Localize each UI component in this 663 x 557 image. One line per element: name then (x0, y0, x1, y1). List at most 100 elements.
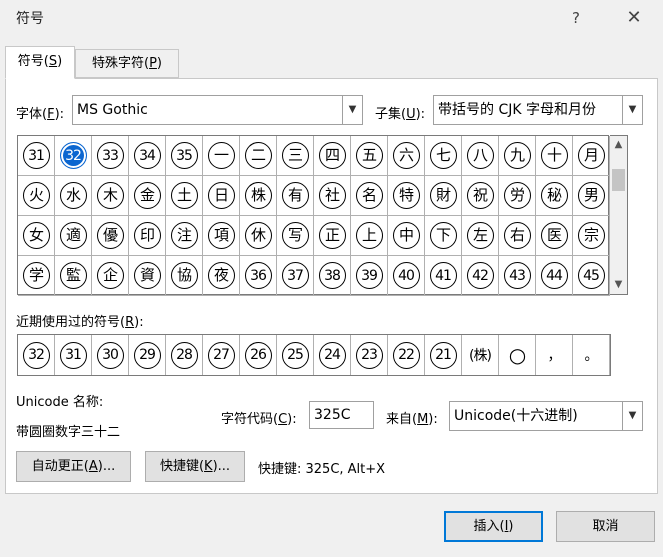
scroll-thumb[interactable] (612, 169, 625, 191)
chevron-down-icon[interactable]: ▼ (342, 96, 362, 124)
symbol-cell[interactable]: 株 (240, 176, 277, 216)
symbol-cell[interactable]: 医 (536, 216, 573, 256)
symbol-cell[interactable]: 正 (314, 216, 351, 256)
symbol-cell[interactable]: 39 (351, 256, 388, 296)
symbol-cell[interactable]: 夜 (203, 256, 240, 296)
recent-symbol-cell[interactable]: 27 (203, 335, 240, 375)
help-icon[interactable]: ? (562, 4, 590, 32)
symbol-cell[interactable]: 三 (277, 136, 314, 176)
symbol-cell[interactable]: 木 (92, 176, 129, 216)
recent-symbol-cell[interactable]: 23 (351, 335, 388, 375)
symbol-cell[interactable]: 左 (462, 216, 499, 256)
symbol-cell[interactable]: 42 (462, 256, 499, 296)
symbol-cell[interactable]: 十 (536, 136, 573, 176)
symbol-cell[interactable]: 40 (388, 256, 425, 296)
symbol-cell[interactable]: 水 (55, 176, 92, 216)
symbol-cell[interactable]: 44 (536, 256, 573, 296)
symbol-cell[interactable]: 注 (166, 216, 203, 256)
recent-symbols[interactable]: 32 31 30 29 28 27 26 25 24 23 22 21 (株) ○ ， 。 (17, 334, 611, 376)
symbol-cell[interactable]: 上 (351, 216, 388, 256)
recent-symbol-cell[interactable]: 31 (55, 335, 92, 375)
insert-button[interactable]: 插入(I) (444, 511, 543, 542)
symbol-grid[interactable]: 31 32 33 34 35 一二三四五六七八九十月火水木金土日株有社名特財祝労秘男女適優… (17, 135, 610, 296)
symbol-cell[interactable]: 労 (499, 176, 536, 216)
symbol-cell[interactable]: 31 (18, 136, 55, 176)
recent-symbol-cell[interactable]: 21 (425, 335, 462, 375)
symbol-cell[interactable]: 中 (388, 216, 425, 256)
symbol-cell[interactable]: 日 (203, 176, 240, 216)
autocorrect-button[interactable]: 自动更正(A)... (16, 451, 131, 482)
symbol-cell[interactable]: 祝 (462, 176, 499, 216)
symbol-cell[interactable]: 休 (240, 216, 277, 256)
symbol-cell[interactable]: 特 (388, 176, 425, 216)
recent-symbol-cell[interactable]: 26 (240, 335, 277, 375)
symbol-cell[interactable]: 火 (18, 176, 55, 216)
symbol-cell[interactable]: 企 (92, 256, 129, 296)
recent-symbol-cell[interactable]: 。 (573, 335, 610, 375)
symbol-cell[interactable]: 八 (462, 136, 499, 176)
symbol-cell[interactable]: 34 (129, 136, 166, 176)
symbol-cell[interactable]: 九 (499, 136, 536, 176)
recent-symbol-cell[interactable]: 28 (166, 335, 203, 375)
symbol-cell[interactable]: 37 (277, 256, 314, 296)
symbol-cell[interactable]: 41 (425, 256, 462, 296)
symbol-cell[interactable]: 男 (573, 176, 610, 216)
recent-symbol-cell[interactable]: (株) (462, 335, 499, 375)
scroll-down-icon[interactable]: ▼ (610, 276, 627, 294)
symbol-cell[interactable]: 35 (166, 136, 203, 176)
symbol-cell[interactable]: 43 (499, 256, 536, 296)
symbol-cell[interactable]: 適 (55, 216, 92, 256)
from-select[interactable]: Unicode(十六进制) ▼ (449, 401, 643, 431)
symbol-cell[interactable]: 土 (166, 176, 203, 216)
symbol-cell[interactable]: 名 (351, 176, 388, 216)
symbol-cell[interactable]: 監 (55, 256, 92, 296)
recent-symbol-cell[interactable]: 30 (92, 335, 129, 375)
symbol-cell[interactable]: 女 (18, 216, 55, 256)
tab-symbols[interactable]: 符号(S) (5, 46, 75, 79)
tab-special-characters[interactable]: 特殊字符(P) (75, 49, 179, 78)
subset-select[interactable]: 带括号的 CJK 字母和月份 ▼ (433, 95, 643, 125)
symbol-cell[interactable]: 秘 (536, 176, 573, 216)
shortcut-key-button[interactable]: 快捷键(K)... (145, 451, 245, 482)
recent-symbol-cell[interactable]: 29 (129, 335, 166, 375)
recent-symbol-cell[interactable]: ， (536, 335, 573, 375)
symbol-cell[interactable]: 32 (55, 136, 92, 176)
recent-symbol-cell[interactable]: ○ (499, 335, 536, 375)
symbol-cell[interactable]: 資 (129, 256, 166, 296)
symbol-cell[interactable]: 38 (314, 256, 351, 296)
cancel-button[interactable]: 取消 (556, 511, 655, 542)
chevron-down-icon[interactable]: ▼ (622, 402, 642, 430)
scroll-up-icon[interactable]: ▲ (610, 136, 627, 154)
chevron-down-icon[interactable]: ▼ (622, 96, 642, 124)
symbol-cell[interactable]: 二 (240, 136, 277, 176)
recent-symbol-cell[interactable]: 24 (314, 335, 351, 375)
symbol-cell[interactable]: 月 (573, 136, 610, 176)
symbol-cell[interactable]: 下 (425, 216, 462, 256)
recent-symbol-cell[interactable]: 22 (388, 335, 425, 375)
symbol-cell[interactable]: 45 (573, 256, 610, 296)
close-icon[interactable]: ✕ (620, 4, 648, 32)
symbol-cell[interactable]: 金 (129, 176, 166, 216)
symbol-cell[interactable]: 宗 (573, 216, 610, 256)
symbol-cell[interactable]: 六 (388, 136, 425, 176)
symbol-cell[interactable]: 右 (499, 216, 536, 256)
symbol-cell[interactable]: 財 (425, 176, 462, 216)
symbol-grid-scrollbar[interactable]: ▲ ▼ (610, 135, 628, 295)
recent-symbol-cell[interactable]: 32 (18, 335, 55, 375)
symbol-cell[interactable]: 印 (129, 216, 166, 256)
symbol-cell[interactable]: 社 (314, 176, 351, 216)
char-code-input[interactable]: 325C (309, 401, 374, 429)
symbol-cell[interactable]: 有 (277, 176, 314, 216)
symbol-cell[interactable]: 写 (277, 216, 314, 256)
symbol-cell[interactable]: 五 (351, 136, 388, 176)
symbol-cell[interactable]: 項 (203, 216, 240, 256)
symbol-cell[interactable]: 36 (240, 256, 277, 296)
symbol-cell[interactable]: 七 (425, 136, 462, 176)
recent-symbol-cell[interactable]: 25 (277, 335, 314, 375)
symbol-cell[interactable]: 一 (203, 136, 240, 176)
font-select[interactable]: MS Gothic ▼ (72, 95, 363, 125)
symbol-cell[interactable]: 33 (92, 136, 129, 176)
symbol-cell[interactable]: 協 (166, 256, 203, 296)
symbol-cell[interactable]: 学 (18, 256, 55, 296)
symbol-cell[interactable]: 優 (92, 216, 129, 256)
